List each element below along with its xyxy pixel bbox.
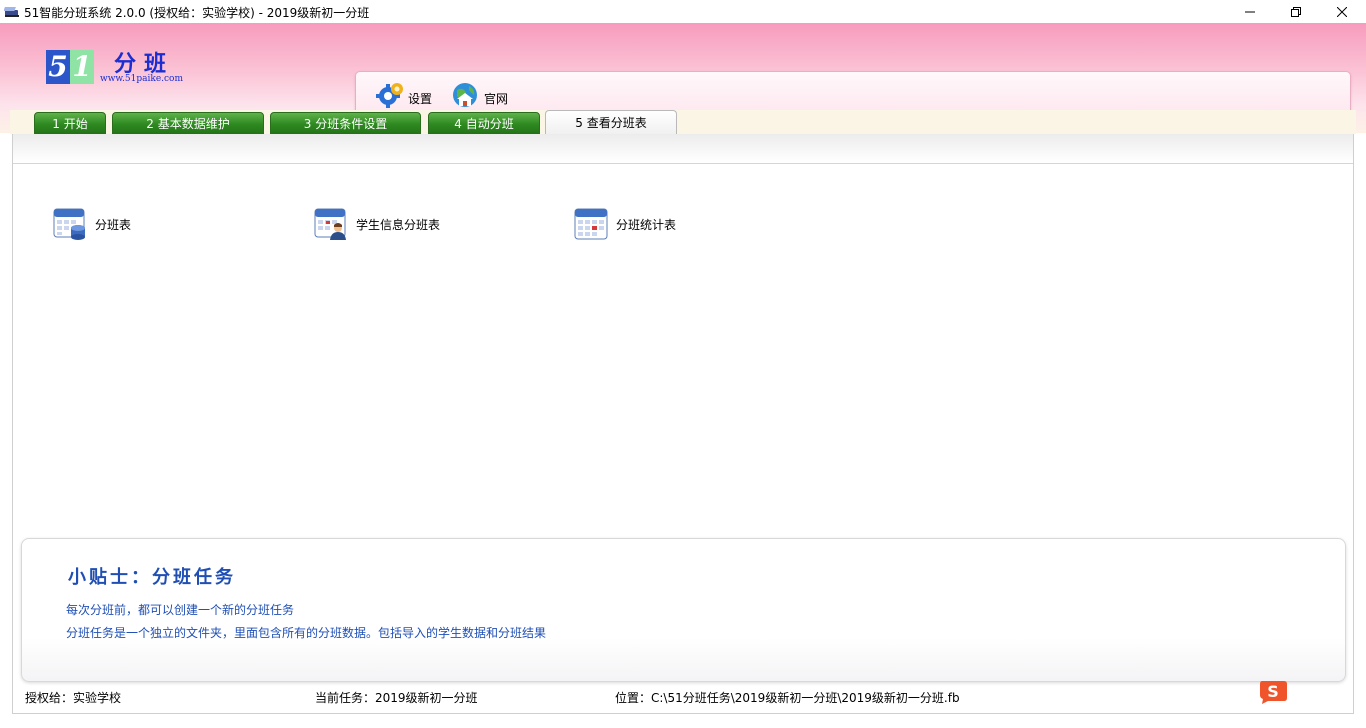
restore-button[interactable] <box>1273 0 1319 23</box>
minimize-icon <box>1245 11 1255 12</box>
tips-panel: 小贴士：分班任务 每次分班前，都可以创建一个新的分班任务 分班任务是一个独立的文… <box>21 538 1346 682</box>
report-class-table-label: 分班表 <box>95 217 132 232</box>
tab-auto-assign[interactable]: 4 自动分班 <box>428 112 540 134</box>
pencil-app-icon <box>4 7 19 17</box>
report-student-info-table-label: 学生信息分班表 <box>356 217 441 232</box>
tips-line-1: 每次分班前，都可以创建一个新的分班任务 <box>66 603 295 617</box>
tab-start[interactable]: 1 开始 <box>34 112 106 134</box>
logo-digit-5: 5 <box>46 50 70 84</box>
sogou-ime-icon[interactable]: S <box>1258 678 1288 704</box>
calendar-user-icon <box>314 208 346 240</box>
settings-button[interactable]: 设置 <box>376 81 432 109</box>
close-button[interactable] <box>1319 0 1365 23</box>
report-statistics-table-label: 分班统计表 <box>616 217 677 232</box>
tips-title: 小贴士：分班任务 <box>68 567 236 588</box>
calendar-database-icon <box>53 208 85 240</box>
website-button[interactable]: 官网 <box>452 81 508 109</box>
report-statistics-table[interactable]: 分班统计表 <box>574 207 676 241</box>
tab-class-conditions[interactable]: 3 分班条件设置 <box>270 112 421 134</box>
report-class-table[interactable]: 分班表 <box>53 207 131 241</box>
status-licensed-to: 授权给：实验学校 <box>25 691 122 705</box>
tab-view-tables[interactable]: 5 查看分班表 <box>545 110 677 134</box>
globe-home-icon <box>453 83 477 107</box>
website-label: 官网 <box>484 91 509 106</box>
restore-icon <box>1291 6 1301 17</box>
status-location: 位置：C:\51分班任务\2019级新初一分班\2019级新初一分班.fb <box>615 691 960 705</box>
main-content: 分班表 学生信息分班表 分班统计表 小贴士：分班任务 每次分班前，都可以创建一个… <box>12 134 1354 714</box>
report-student-info-table[interactable]: 学生信息分班表 <box>314 207 440 241</box>
tips-line-2: 分班任务是一个独立的文件夹，里面包含所有的分班数据。包括导入的学生数据和分班结果 <box>66 626 547 640</box>
settings-label: 设置 <box>408 91 433 106</box>
gear-icon <box>376 83 403 108</box>
calendar-grid-icon <box>574 208 608 240</box>
close-icon <box>1337 6 1347 17</box>
window-title: 51智能分班系统 2.0.0 (授权给：实验学校) - 2019级新初一分班 <box>24 6 370 20</box>
logo-digit-1: 1 <box>70 50 94 84</box>
ime-glyph: S <box>1267 682 1279 701</box>
title-bar: 51智能分班系统 2.0.0 (授权给：实验学校) - 2019级新初一分班 <box>0 0 1366 23</box>
status-current-task: 当前任务：2019级新初一分班 <box>315 691 478 705</box>
minimize-button[interactable] <box>1227 0 1273 23</box>
tab-basic-data[interactable]: 2 基本数据维护 <box>112 112 264 134</box>
content-header-strip <box>13 134 1353 164</box>
logo-url: www.51paike.com <box>100 74 183 84</box>
